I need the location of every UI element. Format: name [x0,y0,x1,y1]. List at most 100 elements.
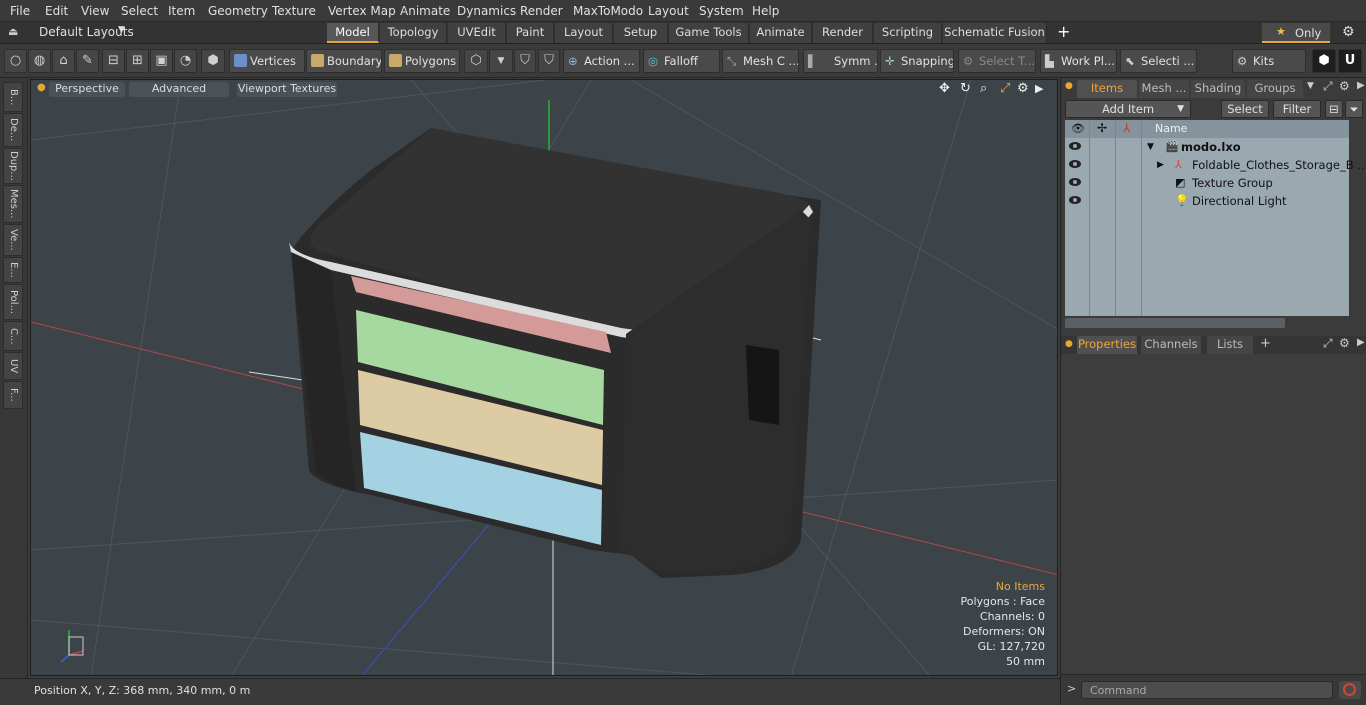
list-item[interactable]: 💡 Directional Light [1065,192,1349,210]
menu-view[interactable]: View [81,4,109,18]
boundary-button[interactable]: Boundary [306,49,382,73]
lock-column-icon[interactable]: ✢ [1097,121,1107,135]
advanced-button[interactable]: Advanced [129,82,229,97]
tab-topology[interactable]: Topology [380,23,447,43]
filter-button[interactable]: Filter [1273,100,1321,118]
work-plane-button[interactable]: ▙ Work Pl... [1040,49,1117,73]
render-column-icon[interactable]: ⅄ [1123,121,1130,135]
menu-layout[interactable]: Layout [648,4,689,18]
tab-model[interactable]: Model [327,23,379,43]
eye-icon[interactable]: 👁 [1071,122,1085,135]
perspective-button[interactable]: Perspective [49,82,125,97]
snapping-button[interactable]: ✛ Snapping [880,49,954,73]
menu-file[interactable]: File [10,4,30,18]
left-tab-polygon[interactable]: Pol... [3,284,23,320]
pan-icon[interactable]: ✥ [939,81,950,96]
center-icon[interactable]: ⊞ [126,49,149,73]
viewport-menu-dot[interactable]: ● [37,82,46,93]
pen-icon[interactable]: ⌂ [52,49,75,73]
select-button[interactable]: Select [1221,100,1269,118]
symmetry-button[interactable]: ▌ Symm ... [803,49,878,73]
tab-shading[interactable]: Shading [1191,80,1245,98]
shield-icon[interactable]: ⛉ [514,49,536,73]
add-tab-icon[interactable]: + [1260,336,1271,351]
item-mode-icon[interactable]: ⬢ [201,49,225,73]
gear-icon[interactable]: ⚙ [1342,24,1355,40]
left-tab-duplicate[interactable]: Dup... [3,148,23,184]
align-icon[interactable]: ⊟ [102,49,125,73]
list-item[interactable]: ◩ Texture Group [1065,174,1349,192]
expand-icon[interactable]: ⤢ [1323,336,1333,351]
kits-button[interactable]: ⚙ Kits [1232,49,1306,73]
items-list[interactable]: 👁 ✢ ⅄ Name ▼ 🎬 modo.lxo ▶ ⅄ Foldable_Clo… [1065,120,1366,316]
maximize-icon[interactable]: ⤢ [1000,81,1010,96]
menu-help[interactable]: Help [752,4,779,18]
left-tab-deform[interactable]: De... [3,113,23,147]
record-macro-button[interactable] [1339,681,1361,699]
only-toggle[interactable]: ★ Only [1262,23,1330,43]
brush-icon[interactable]: ✎ [76,49,99,73]
viewport-3d[interactable]: ● Perspective Advanced Viewport Textures… [30,79,1058,676]
menu-system[interactable]: System [699,4,744,18]
list-item[interactable]: ▼ 🎬 modo.lxo [1065,138,1349,156]
expand-arrow-icon[interactable]: ▶ [1157,156,1164,174]
menu-render[interactable]: Render [520,4,563,18]
vertices-button[interactable]: Vertices [229,49,305,73]
tab-render[interactable]: Render [813,23,873,43]
chevron-down-icon[interactable]: ▼ [1307,81,1314,91]
gear-icon[interactable]: ⚙ [1339,79,1350,93]
timer-icon[interactable]: ◔ [174,49,197,73]
tab-scripting[interactable]: Scripting [874,23,942,43]
tab-animate[interactable]: Animate [750,23,812,43]
add-item-button[interactable]: Add Item ▼ [1065,100,1191,118]
layout-up-icon[interactable]: ⏏ [8,25,18,38]
list-item[interactable]: ▶ ⅄ Foldable_Clothes_Storage_B ... [1065,156,1366,174]
tab-groups[interactable]: Groups [1247,80,1303,98]
expand-arrow-icon[interactable]: ▼ [1147,138,1154,156]
sphere-select-icon[interactable]: ○ [4,49,27,73]
action-center-button[interactable]: ⊕ Action ... [563,49,640,73]
tab-uvedit[interactable]: UVEdit [448,23,506,43]
menu-select[interactable]: Select [121,4,158,18]
tab-items[interactable]: Items [1077,80,1137,98]
left-tab-uv[interactable]: UV [3,352,23,380]
menu-item[interactable]: Item [168,4,195,18]
tab-channels[interactable]: Channels [1141,336,1201,354]
left-tab-curve[interactable]: C... [3,321,23,351]
left-tab-mesh-edit[interactable]: Mes... [3,185,23,223]
gear-icon[interactable]: ⚙ [1017,81,1029,96]
cube-icon[interactable]: ⬢ [1312,49,1336,73]
visibility-eye-icon[interactable] [1069,160,1081,168]
globe-icon[interactable]: ◍ [28,49,51,73]
chevron-down-icon[interactable]: ▼ [489,49,513,73]
tab-schematic-fusion[interactable]: Schematic Fusion [943,23,1047,43]
panel-menu-dot[interactable]: ● [1065,339,1073,349]
viewport-textures-button[interactable]: Viewport Textures [237,82,337,97]
visibility-eye-icon[interactable] [1069,178,1081,186]
menu-texture[interactable]: Texture [272,4,316,18]
left-tab-vertex[interactable]: Ve... [3,224,23,256]
menu-geometry[interactable]: Geometry [208,4,268,18]
zoom-icon[interactable]: ⌕ [980,81,987,96]
left-tab-edge[interactable]: E... [3,257,23,283]
collapse-icon[interactable]: ⊟ [1325,100,1343,118]
add-tab-icon[interactable]: + [1057,22,1070,41]
falloff-button[interactable]: ◎ Falloff [643,49,720,73]
left-tab-basic[interactable]: B... [3,82,23,112]
play-icon[interactable]: ▶ [1357,80,1365,91]
menu-maxtomodo[interactable]: MaxToModo [573,4,643,18]
transform-icon[interactable]: ▣ [150,49,173,73]
menu-animate[interactable]: Animate [400,4,450,18]
tab-mesh[interactable]: Mesh ... [1139,80,1189,98]
menu-vertex-map[interactable]: Vertex Map [328,4,396,18]
visibility-eye-icon[interactable] [1069,142,1081,150]
mesh-constraint-button[interactable]: ⤡ Mesh C ... [722,49,799,73]
menu-dynamics[interactable]: Dynamics [457,4,516,18]
play-icon[interactable]: ▶ [1357,337,1365,348]
visibility-eye-icon[interactable] [1069,196,1081,204]
tab-properties[interactable]: Properties [1077,336,1137,354]
chevron-down-icon[interactable]: ▼ [118,25,125,35]
tab-paint[interactable]: Paint [507,23,554,43]
tab-lists[interactable]: Lists [1207,336,1253,354]
gear-icon[interactable]: ⚙ [1339,336,1350,350]
